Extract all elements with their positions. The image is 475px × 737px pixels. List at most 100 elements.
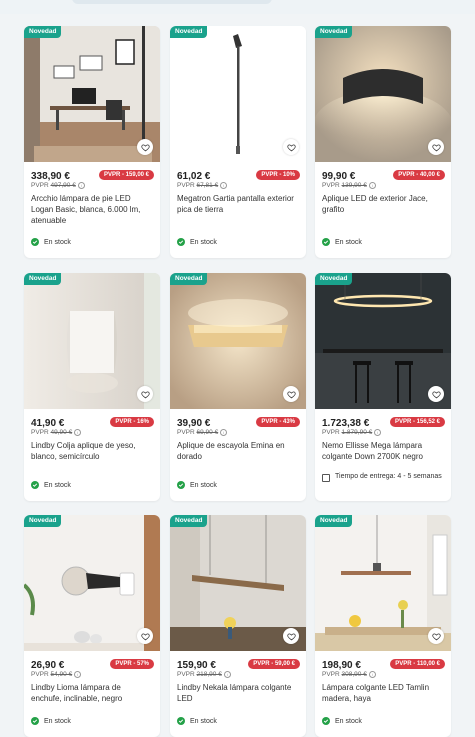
product-price: 41,90 € — [31, 418, 65, 429]
check-circle-icon — [177, 238, 185, 246]
new-badge: Novedad — [24, 273, 62, 285]
stock-status: En stock — [31, 717, 71, 725]
product-image[interactable]: Novedad — [170, 273, 306, 409]
stock-status: En stock — [177, 481, 217, 489]
product-name[interactable]: Lindby Colja aplique de yeso, blanco, se… — [31, 440, 151, 462]
discount-badge: PVPR - 110,00 € — [390, 659, 445, 669]
product-price: 159,90 € — [177, 660, 216, 671]
heart-icon[interactable] — [428, 628, 444, 644]
stock-status: En stock — [177, 717, 217, 725]
new-badge: Novedad — [315, 26, 353, 38]
discount-badge: PVPR - 40,00 € — [393, 170, 445, 180]
product-card[interactable]: Novedad 41,90 € PVPR - 16% PVPR 49,90 € … — [24, 273, 160, 501]
info-icon[interactable]: i — [220, 182, 228, 189]
new-badge: Novedad — [315, 515, 353, 527]
pvpr-price: PVPR 69,90 € i — [177, 429, 228, 436]
info-icon[interactable]: i — [74, 429, 82, 436]
check-circle-icon — [31, 238, 39, 246]
stock-status: En stock — [31, 238, 71, 246]
product-price: 39,90 € — [177, 418, 211, 429]
product-card[interactable]: Novedad 198,90 € PVPR - 110,00 € PVPR 30… — [315, 515, 451, 737]
product-name[interactable]: Lindby Nekala lámpara colgante LED — [177, 682, 297, 704]
product-price: 338,90 € — [31, 171, 70, 182]
product-price: 26,90 € — [31, 660, 65, 671]
new-badge: Novedad — [315, 273, 353, 285]
stock-status: En stock — [322, 238, 362, 246]
product-card[interactable]: Novedad 39,90 € PVPR - 43% PVPR 69,90 € … — [170, 273, 306, 501]
check-circle-icon — [177, 481, 185, 489]
product-card[interactable]: Novedad 26,90 € PVPR - 57% PVPR 54,90 € … — [24, 515, 160, 737]
stock-status: En stock — [177, 238, 217, 246]
new-badge: Novedad — [170, 273, 208, 285]
info-icon[interactable]: i — [77, 182, 85, 189]
pvpr-price: PVPR 139,90 € i — [322, 182, 376, 189]
info-icon[interactable]: i — [220, 429, 228, 436]
heart-icon[interactable] — [428, 139, 444, 155]
product-image[interactable]: Novedad — [315, 273, 451, 409]
discount-badge: PVPR - 159,00 € — [98, 170, 154, 180]
top-bar — [0, 0, 475, 14]
check-circle-icon — [31, 481, 39, 489]
info-icon[interactable]: i — [223, 671, 231, 678]
new-badge: Novedad — [170, 26, 208, 38]
product-card[interactable]: Novedad 1.723,38 € PVPR - 156,52 € PVPR … — [315, 273, 451, 501]
pvpr-price: PVPR 218,90 € i — [177, 671, 231, 678]
pvpr-price: PVPR 1.879,90 € i — [322, 429, 382, 436]
new-badge: Novedad — [24, 26, 62, 38]
product-image[interactable]: Novedad — [315, 515, 451, 651]
heart-icon[interactable] — [137, 628, 153, 644]
product-name[interactable]: Aplique LED de exterior Jace, grafito — [322, 193, 442, 215]
stock-status: En stock — [322, 717, 362, 725]
pvpr-price: PVPR 49,90 € i — [31, 429, 82, 436]
info-icon[interactable]: i — [74, 671, 82, 678]
product-name[interactable]: Megatron Gartia pantalla exterior pica d… — [177, 193, 297, 215]
product-name[interactable]: Lindby Lioma lámpara de enchufe, inclina… — [31, 682, 151, 704]
check-circle-icon — [322, 238, 330, 246]
product-name[interactable]: Arcchio lámpara de pie LED Logan Basic, … — [31, 193, 151, 226]
info-icon[interactable]: i — [374, 429, 382, 436]
discount-badge: PVPR - 16% — [110, 417, 154, 427]
stock-status: En stock — [31, 481, 71, 489]
discount-badge: PVPR - 57% — [110, 659, 154, 669]
search-bar-edge[interactable] — [72, 0, 272, 4]
product-image[interactable]: Novedad — [24, 515, 160, 651]
product-image[interactable]: Novedad — [170, 515, 306, 651]
pvpr-price: PVPR 54,90 € i — [31, 671, 82, 678]
truck-icon — [322, 474, 330, 482]
pvpr-price: PVPR 67,81 € i — [177, 182, 228, 189]
product-price: 198,90 € — [322, 660, 361, 671]
discount-badge: PVPR - 43% — [256, 417, 300, 427]
product-image[interactable]: Novedad — [315, 26, 451, 162]
discount-badge: PVPR - 10% — [256, 170, 300, 180]
product-card[interactable]: Novedad 338,90 € PVPR - 159,00 € PVPR 49… — [24, 26, 160, 258]
delivery-status: Tiempo de entrega: 4 - 5 semanas — [322, 473, 442, 482]
info-icon[interactable]: i — [368, 182, 376, 189]
info-icon[interactable]: i — [368, 671, 376, 678]
product-price: 61,02 € — [177, 171, 211, 182]
check-circle-icon — [177, 717, 185, 725]
product-card[interactable]: Novedad 159,90 € PVPR - 59,00 € PVPR 218… — [170, 515, 306, 737]
new-badge: Novedad — [24, 515, 62, 527]
check-circle-icon — [31, 717, 39, 725]
heart-icon[interactable] — [283, 628, 299, 644]
heart-icon[interactable] — [428, 386, 444, 402]
pvpr-price: PVPR 308,90 € i — [322, 671, 376, 678]
discount-badge: PVPR - 59,00 € — [248, 659, 300, 669]
product-image[interactable]: Novedad — [24, 26, 160, 162]
product-image[interactable]: Novedad — [170, 26, 306, 162]
heart-icon[interactable] — [283, 139, 299, 155]
discount-badge: PVPR - 156,52 € — [389, 417, 445, 427]
heart-icon[interactable] — [137, 139, 153, 155]
product-card[interactable]: Novedad 99,90 € PVPR - 40,00 € PVPR 139,… — [315, 26, 451, 258]
product-image[interactable]: Novedad — [24, 273, 160, 409]
product-card[interactable]: Novedad 61,02 € PVPR - 10% PVPR 67,81 € … — [170, 26, 306, 258]
product-name[interactable]: Aplique de escayola Emina en dorado — [177, 440, 297, 462]
product-name[interactable]: Nemo Ellisse Mega lámpara colgante Down … — [322, 440, 442, 462]
product-name[interactable]: Lámpara colgante LED Tamlin madera, haya — [322, 682, 442, 704]
product-price: 99,90 € — [322, 171, 356, 182]
heart-icon[interactable] — [283, 386, 299, 402]
product-price: 1.723,38 € — [322, 418, 370, 429]
heart-icon[interactable] — [137, 386, 153, 402]
new-badge: Novedad — [170, 515, 208, 527]
check-circle-icon — [322, 717, 330, 725]
